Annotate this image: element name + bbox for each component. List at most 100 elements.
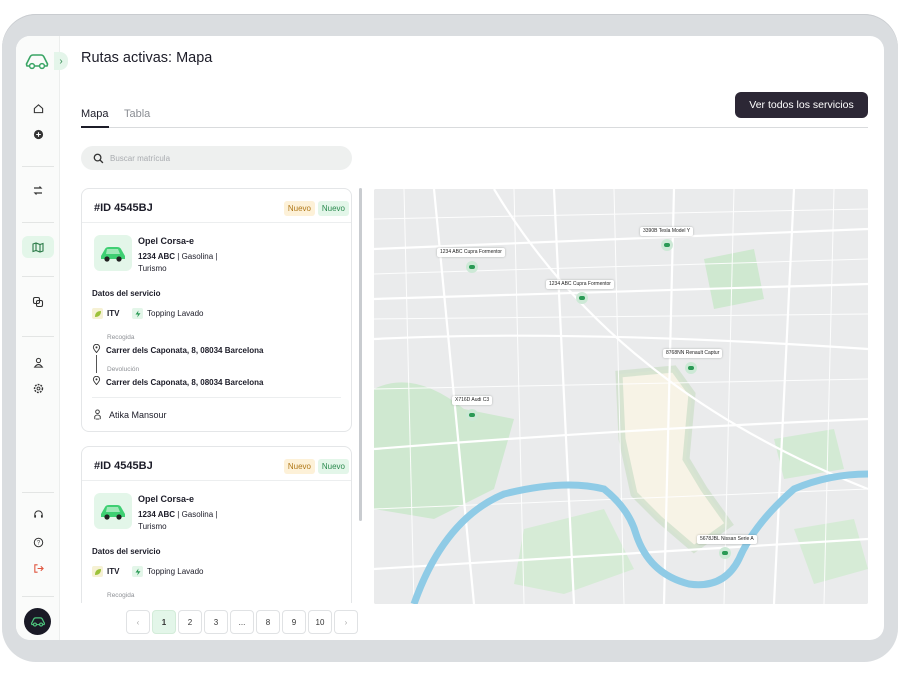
- car-marker-icon[interactable]: [576, 292, 588, 304]
- route-connector: [96, 355, 97, 373]
- return-label: Devolución: [107, 366, 140, 373]
- marker-label: 3390B Tesla Model Y: [640, 227, 694, 236]
- search-bar: [81, 146, 352, 170]
- help-icon[interactable]: ?: [28, 532, 48, 552]
- page-button[interactable]: 1: [152, 610, 176, 634]
- page-button[interactable]: 2: [178, 610, 202, 634]
- leaf-icon: [92, 566, 103, 577]
- vehicle-name: Opel Corsa-e: [138, 494, 195, 504]
- page-button[interactable]: 9: [282, 610, 306, 634]
- marker-label: X716D Audi C3: [452, 396, 493, 405]
- car-marker-icon[interactable]: [661, 239, 673, 251]
- plus-circle-icon[interactable]: [28, 124, 48, 144]
- service-label: Topping Lavado: [147, 567, 204, 576]
- card-header: #ID 4545BJ Nuevo Nuevo: [82, 189, 351, 223]
- status-badge: Nuevo: [283, 201, 315, 216]
- sidebar-divider: [22, 596, 54, 597]
- app-screen: › ? Rutas activas: Mapa Mapa Tabla Ver t…: [16, 36, 884, 640]
- vehicle-type: Turismo: [138, 522, 167, 531]
- service-tag-lavado: Topping Lavado: [132, 308, 204, 319]
- layers-icon[interactable]: [28, 292, 48, 312]
- service-label: ITV: [107, 567, 120, 576]
- leaf-icon: [92, 308, 103, 319]
- avatar[interactable]: [24, 608, 51, 635]
- driver-icon: [94, 409, 101, 420]
- page-ellipsis: ...: [230, 610, 254, 634]
- support-icon[interactable]: [28, 504, 48, 524]
- status-badge: Nuevo: [317, 459, 349, 474]
- pagination: ‹ 1 2 3 ... 8 9 10 ›: [126, 610, 358, 634]
- marker-label: 1234 ABC Cupra Formentor: [546, 280, 614, 289]
- vehicle-type: Turismo: [138, 264, 167, 273]
- section-title: Datos del servicio: [92, 289, 161, 298]
- car-marker-icon[interactable]: [719, 547, 731, 559]
- home-icon[interactable]: [28, 98, 48, 118]
- service-card[interactable]: #ID 4545BJ Nuevo Nuevo Opel Corsa-e 1234…: [81, 446, 352, 603]
- return-address: Carrer dels Caponata, 8, 08034 Barcelona: [106, 378, 264, 387]
- settings-icon[interactable]: [28, 378, 48, 398]
- status-badge: Nuevo: [317, 201, 349, 216]
- service-list: #ID 4545BJ Nuevo Nuevo Opel Corsa-e 1234…: [81, 188, 361, 603]
- page-button[interactable]: 3: [204, 610, 228, 634]
- marker-label: 1234 ABC Cupra Formentor: [437, 248, 505, 257]
- sidebar-divider: [22, 336, 54, 337]
- page-button[interactable]: 8: [256, 610, 280, 634]
- vehicle-plate: 1234 ABC: [138, 252, 176, 261]
- vehicle-plate-line: 1234 ABC | Gasolina |: [138, 510, 217, 519]
- location-pin-icon: [92, 376, 101, 385]
- car-marker-icon[interactable]: [466, 261, 478, 273]
- sidebar-toggle-button[interactable]: ›: [54, 52, 68, 70]
- sidebar-divider: [22, 166, 54, 167]
- next-page-button[interactable]: ›: [334, 610, 358, 634]
- pickup-label: Recogida: [107, 334, 135, 341]
- service-card[interactable]: #ID 4545BJ Nuevo Nuevo Opel Corsa-e 1234…: [81, 188, 352, 432]
- sidebar-divider: [22, 222, 54, 223]
- map-icon[interactable]: [22, 236, 54, 258]
- search-input[interactable]: [110, 153, 310, 163]
- card-divider: [92, 397, 341, 398]
- view-all-services-button[interactable]: Ver todos los servicios: [735, 92, 868, 118]
- service-tag-lavado: Topping Lavado: [132, 566, 204, 577]
- car-marker-icon[interactable]: [466, 409, 478, 421]
- list-scrollbar[interactable]: [359, 188, 362, 521]
- bolt-icon: [132, 308, 143, 319]
- section-title: Datos del servicio: [92, 547, 161, 556]
- service-label: ITV: [107, 309, 120, 318]
- marker-label: 5678JBL Nissan Serie A: [697, 535, 757, 544]
- vehicle-thumbnail: [94, 235, 132, 271]
- route-icon[interactable]: [28, 180, 48, 200]
- bolt-icon: [132, 566, 143, 577]
- marker-label: 8768NN Renault Captur: [663, 349, 723, 358]
- vehicle-fuel: | Gasolina |: [175, 510, 218, 519]
- service-label: Topping Lavado: [147, 309, 204, 318]
- vehicle-fuel: | Gasolina |: [175, 252, 218, 261]
- page-button[interactable]: 10: [308, 610, 332, 634]
- user-icon[interactable]: [28, 352, 48, 372]
- logout-icon[interactable]: [28, 558, 48, 578]
- prev-page-button[interactable]: ‹: [126, 610, 150, 634]
- service-tag-itv: ITV: [92, 308, 119, 319]
- chevron-right-icon: ›: [59, 55, 63, 67]
- status-badge: Nuevo: [283, 459, 315, 474]
- pickup-label: Recogida: [107, 592, 135, 599]
- vehicle-plate: 1234 ABC: [138, 510, 176, 519]
- driver-name: Atika Mansour: [109, 409, 167, 420]
- service-id: #ID 4545BJ: [94, 460, 153, 472]
- card-header: #ID 4545BJ Nuevo Nuevo: [82, 447, 351, 481]
- vehicle-thumbnail: [94, 493, 132, 529]
- search-icon: [93, 153, 104, 163]
- car-icon: [101, 505, 125, 520]
- tab-tabla[interactable]: Tabla: [124, 108, 150, 120]
- pickup-address: Carrer dels Caponata, 8, 08034 Barcelona: [106, 346, 264, 355]
- car-logo-icon: [24, 52, 50, 70]
- service-id: #ID 4545BJ: [94, 202, 153, 214]
- vehicle-plate-line: 1234 ABC | Gasolina |: [138, 252, 217, 261]
- sidebar: › ?: [16, 36, 68, 640]
- tab-mapa[interactable]: Mapa: [81, 108, 109, 128]
- location-pin-icon: [92, 344, 101, 353]
- car-marker-icon[interactable]: [685, 362, 697, 374]
- driver: Atika Mansour: [92, 409, 167, 420]
- sidebar-divider: [22, 492, 54, 493]
- map-view[interactable]: 1234 ABC Cupra Formentor 1234 ABC Cupra …: [374, 189, 868, 604]
- page-title: Rutas activas: Mapa: [81, 50, 213, 66]
